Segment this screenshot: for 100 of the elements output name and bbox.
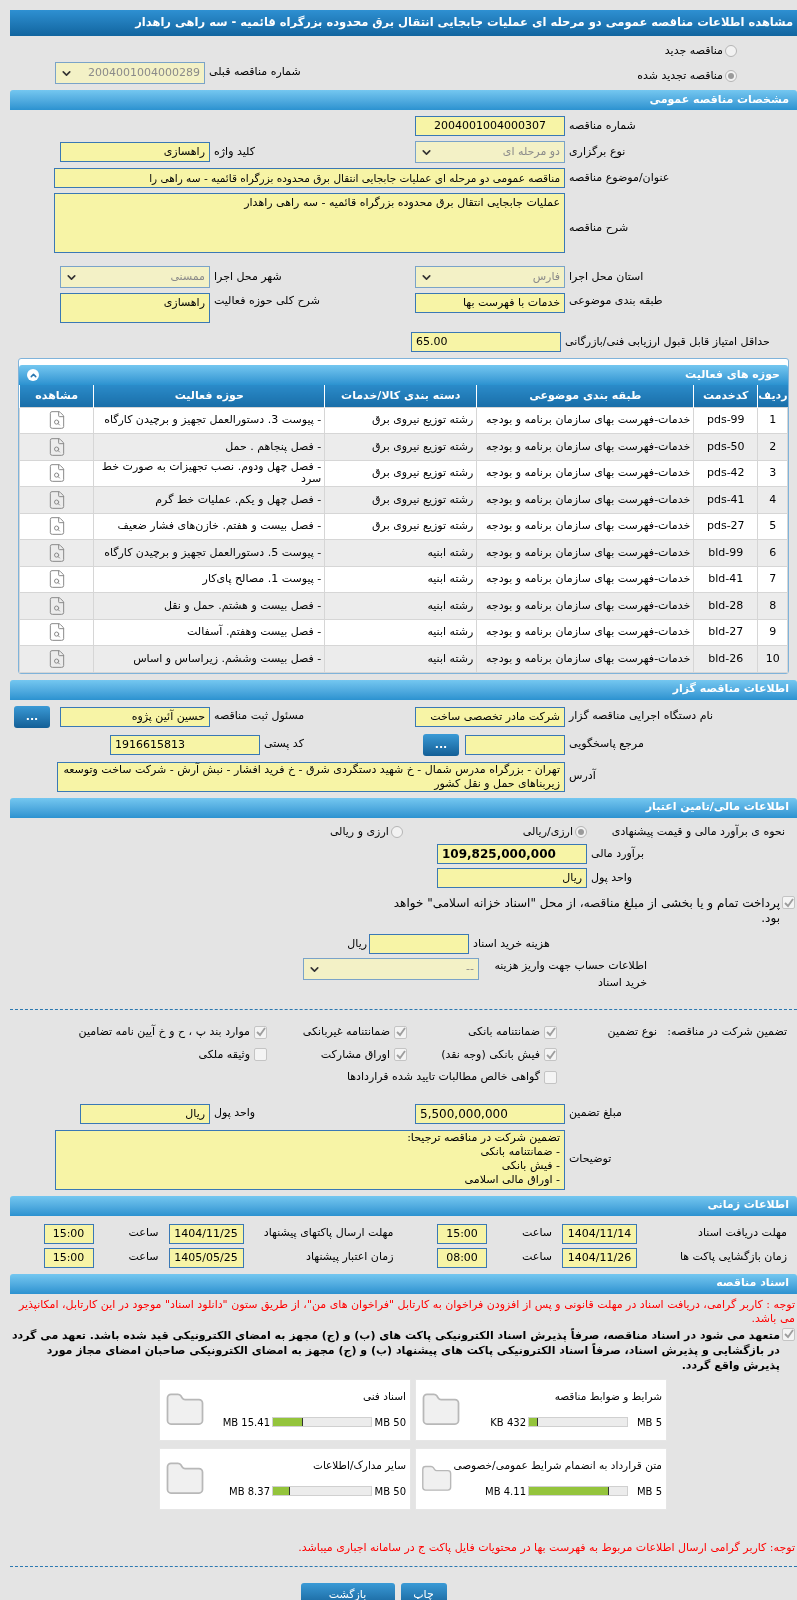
field-label: نوع برگزاری	[569, 144, 626, 158]
checkbox[interactable]	[782, 896, 795, 909]
lookup-button[interactable]: ...	[14, 705, 50, 728]
table-cell: خدمات-فهرست بهای سازمان برنامه و بودجه	[476, 513, 694, 540]
input-field[interactable]: 65.00	[411, 332, 561, 352]
table-cell: - پیوست 1. مصالح پای‌کار	[93, 566, 325, 593]
file-size: 15.41 MB	[222, 1415, 270, 1430]
table-cell: 1	[757, 407, 788, 434]
input-field[interactable]: ریال	[80, 1103, 210, 1124]
field-label: ساعت	[522, 1226, 552, 1240]
field-label: نحوه ی برآورد مالی و قیمت پیشنهادی	[611, 824, 785, 838]
checkbox-label: اوراق مشارکت	[320, 1046, 390, 1063]
table-cell: رشته توزیع نیروی برق	[324, 433, 477, 460]
table-cell: pds-99	[693, 407, 758, 434]
field-label: کلید واژه	[214, 144, 255, 158]
size-limit: 50 MB	[374, 1484, 406, 1499]
field-label: واحد پول	[214, 1106, 256, 1120]
lookup-button[interactable]: ...	[423, 733, 459, 756]
table-cell: رشته توزیع نیروی برق	[324, 513, 477, 540]
table-cell: 8	[757, 592, 788, 619]
radio-label: مناقصه تجدید شده	[637, 67, 723, 84]
section-header: مشخصات مناقصه عمومی	[10, 90, 797, 110]
field-label: حداقل امتیاز قابل قبول ارزیابی فنی/بازرگانی	[565, 334, 770, 348]
input-field[interactable]: راهسازی	[60, 293, 210, 323]
checkbox[interactable]	[544, 1025, 557, 1039]
table-cell: خدمات-فهرست بهای سازمان برنامه و بودجه	[476, 407, 694, 434]
table-cell: - فصل بیست و هفتم. خازن‌های فشار ضعیف	[93, 513, 325, 540]
action-button[interactable]: چاپ	[400, 1583, 447, 1600]
table-cell: 10	[757, 645, 788, 672]
checkbox-label: ضمانتنامه غیربانکی	[302, 1024, 390, 1040]
table-cell: رشته توزیع نیروی برق	[324, 407, 477, 434]
table-cell: - پیوست 3. دستورالعمل تجهیز و برچیدن کارگاه	[93, 407, 325, 434]
table-cell: خدمات-فهرست بهای سازمان برنامه و بودجه	[476, 539, 694, 566]
table-cell: bld-99	[693, 539, 758, 566]
table-cell: رشته توزیع نیروی برق	[324, 460, 477, 487]
table-cell: - فصل چهل ودوم. نصب تجهیزات به صورت خط سرد	[93, 460, 325, 487]
table-cell: خدمات-فهرست بهای سازمان برنامه و بودجه	[476, 486, 694, 513]
input-field[interactable]	[369, 934, 469, 954]
field-label: هزینه خرید اسناد	[473, 936, 550, 950]
checkbox[interactable]	[394, 1025, 407, 1039]
input-field[interactable]: خدمات با فهرست بها	[415, 293, 565, 313]
table-cell: رشته توزیع نیروی برق	[324, 486, 477, 513]
input-field[interactable]: حسین آئین پژوه	[60, 706, 210, 727]
field-label: تضمین شرکت در مناقصه:	[667, 1025, 787, 1038]
commitment-text: متعهد می شود در اسناد مناقصه، صرفاً پذیرش اسناد الکترونیکی پاکت های (ب) و (ج) مجهز به امضای الکترونیکی قید شده باشد. تعهد می گردد در بازگشایی و پذیرش اسناد، صرفاً اسناد الکترونیکی پاکت های پیشنهاد (ب) و (ج) مجهز به امضای الکترونیکی صاحبان امضای مجاز مورد پذیرش واقع گردد.	[10, 1327, 780, 1373]
text-area[interactable]: تهران - بزرگراه مدرس شمال - خ شهید دستگردی شرق - خ فرید افشار - نبش آرش - شرکت ساخت وتوسعه زیربناهای حمل و نقل کشور	[57, 761, 565, 792]
input-field[interactable]: 1404/11/25	[168, 1223, 244, 1244]
radio-button[interactable]	[725, 69, 737, 82]
checkbox[interactable]	[254, 1025, 267, 1039]
input-field[interactable]	[465, 734, 565, 755]
field-label: نام دستگاه اجرایی مناقصه گزار	[569, 709, 713, 723]
section-header: اطلاعات مالی/تامین اعتبار	[10, 797, 797, 818]
table-cell: خدمات-فهرست بهای سازمان برنامه و بودجه	[476, 433, 694, 460]
input-field[interactable]: 2004001004000307	[415, 116, 565, 136]
radio-button[interactable]	[575, 825, 587, 838]
section-header: حوزه های فعالیت	[19, 365, 788, 385]
field-label: ساعت	[128, 1226, 159, 1240]
action-button[interactable]: بازگشت	[300, 1583, 395, 1600]
input-field[interactable]: 08:00	[437, 1247, 487, 1268]
table-cell: رشته ابنیه	[324, 619, 477, 646]
input-field[interactable]: 15:00	[43, 1247, 94, 1268]
radio-label: ارزی/ریالی	[522, 823, 573, 840]
input-field[interactable]: مناقصه عمومی دو مرحله ای عملیات جابجایی انتقال برق محدوده بزرگراه قائمیه - سه راهی را	[54, 168, 565, 188]
field-label: شرح مناقصه	[569, 220, 629, 234]
input-field[interactable]: ریال	[437, 868, 587, 888]
input-field[interactable]: 1405/05/25	[168, 1247, 244, 1268]
radio-button[interactable]	[725, 45, 737, 58]
collapse-icon[interactable]	[27, 369, 39, 381]
text-area[interactable]: تضمین شرکت در مناقصه ترجیحا: - ضمانتنامه بانکی - فیش بانکی - اوراق مالی اسلامی	[55, 1129, 565, 1190]
checkbox[interactable]	[544, 1048, 557, 1062]
input-field[interactable]: 15:00	[437, 1223, 487, 1244]
checkbox[interactable]	[254, 1048, 267, 1062]
field-label: ساعت	[128, 1250, 159, 1264]
input-field[interactable]: راهسازی	[60, 142, 210, 162]
field-label: نوع تضمین	[607, 1025, 657, 1038]
checkbox-label: موارد بند پ ، ح و خ آیین نامه تضامین	[78, 1024, 250, 1040]
column-header: ردیف	[757, 385, 788, 407]
table-cell: 3	[757, 460, 788, 487]
input-field[interactable]: شرکت مادر تخصصی ساخت	[415, 706, 565, 727]
radio-button[interactable]	[390, 825, 403, 838]
input-field[interactable]: 5,500,000,000	[415, 1103, 565, 1124]
table-cell: pds-42	[693, 460, 758, 487]
checkbox[interactable]	[782, 1327, 795, 1341]
field-label: واحد پول	[591, 870, 633, 884]
text-area[interactable]: عملیات جابجایی انتقال برق محدوده بزرگراه قائمیه - سه راهی راهدار	[54, 193, 565, 253]
field-label: زمان بازگشایی پاکت ها	[679, 1250, 787, 1264]
radio-label: مناقصه جدید	[664, 43, 723, 59]
input-field[interactable]: 1916615813	[110, 734, 260, 755]
input-field[interactable]: 1404/11/14	[562, 1223, 637, 1244]
table-cell: - فصل بیست وششم. زیراساس و اساس	[93, 645, 325, 672]
input-field[interactable]: 15:00	[43, 1223, 94, 1244]
notice-text: توجه: کاربر گرامی ارسال اطلاعات مربوط به فهرست بها در محتویات فایل پاکت ج در سامانه اجباری میباشد.	[297, 1539, 795, 1556]
table-cell: 2	[757, 433, 788, 460]
checkbox-label: گواهی خالص مطالبات تایید شده قراردادها	[346, 1069, 540, 1085]
table-cell: pds-50	[693, 433, 758, 460]
checkbox[interactable]	[544, 1070, 557, 1084]
field-label: استان محل اجرا	[569, 269, 644, 283]
checkbox[interactable]	[394, 1048, 407, 1062]
input-field[interactable]: 109,825,000,000	[437, 844, 587, 864]
input-field[interactable]: 1404/11/26	[562, 1247, 637, 1268]
